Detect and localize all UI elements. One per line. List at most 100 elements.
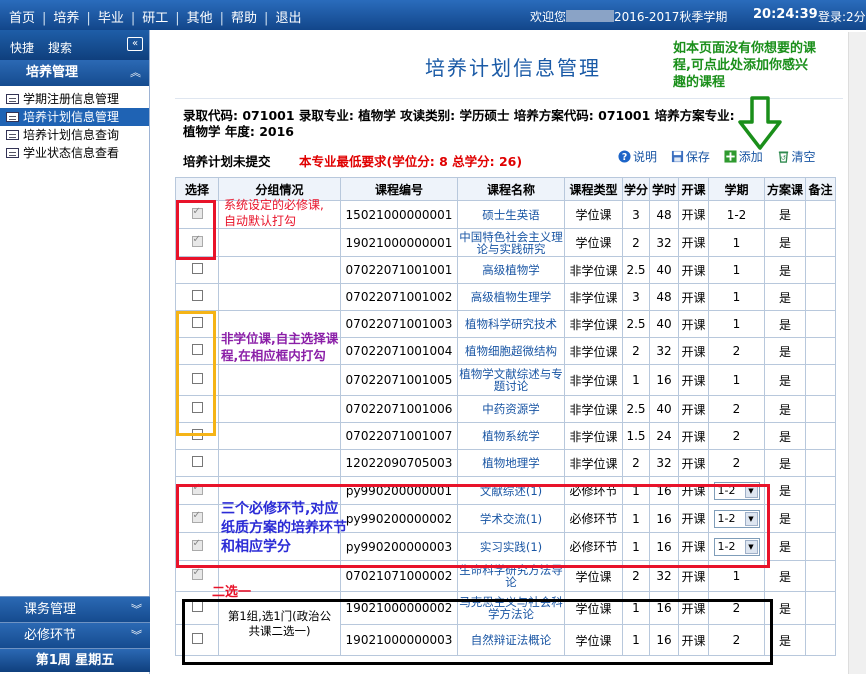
- column-header: 学时: [649, 177, 679, 201]
- course-note: [805, 532, 836, 561]
- plan-course: 是: [764, 283, 806, 311]
- select-cell: [175, 624, 219, 656]
- table-row: py990200000002学术交流(1)必修环节116开课 1-2 ▼ 是: [175, 504, 836, 533]
- course-note: [805, 256, 836, 284]
- course-name-link[interactable]: 植物学文献综述与专题讨论: [457, 364, 565, 396]
- sidebar-item-3[interactable]: 学业状态信息查看: [0, 144, 149, 162]
- sidebar-item-2[interactable]: 培养计划信息查询: [0, 126, 149, 144]
- course-name-link[interactable]: 文献综述(1): [457, 476, 565, 505]
- nav-item-4[interactable]: 其他: [184, 11, 216, 26]
- course-open: 开课: [678, 591, 709, 625]
- course-checkbox[interactable]: [191, 317, 203, 328]
- course-name-link[interactable]: 学术交流(1): [457, 504, 565, 533]
- term-select[interactable]: 1-2 ▼: [713, 537, 760, 556]
- plan-course: 是: [764, 364, 806, 396]
- quick-link[interactable]: 快捷: [10, 39, 34, 56]
- course-name-link[interactable]: 植物细胞超微结构: [457, 337, 565, 365]
- course-checkbox[interactable]: [191, 567, 203, 580]
- table-row: 07022071001001 高级植物学 非学位课 2.5 40 开课 1 是: [175, 256, 836, 284]
- course-open: 开课: [678, 449, 709, 477]
- course-checkbox[interactable]: [191, 601, 203, 612]
- column-header: 方案课: [764, 177, 806, 201]
- course-name-link[interactable]: 实习实践(1): [457, 532, 565, 561]
- nav-item-3[interactable]: 研工: [139, 11, 171, 26]
- term-select[interactable]: 1-2 ▼: [713, 481, 760, 500]
- course-checkbox[interactable]: [191, 402, 203, 413]
- table-row: 15021000000001硕士生英语学位课348开课1-2是: [175, 200, 836, 229]
- course-hours: 16: [649, 504, 679, 533]
- plan-course: 是: [764, 337, 806, 365]
- course-checkbox[interactable]: [191, 290, 203, 301]
- top-nav-menu: 首页 | 培养 | 毕业 | 研工 | 其他 | 帮助 | 退出: [6, 7, 304, 26]
- nav-item-2[interactable]: 毕业: [95, 11, 127, 26]
- sidebar-section-required-links[interactable]: 必修环节 ︾: [0, 622, 150, 648]
- course-name-link[interactable]: 硕士生英语: [457, 200, 565, 229]
- course-checkbox[interactable]: [191, 510, 203, 523]
- group-cell: [218, 532, 341, 561]
- sidebar-item-0[interactable]: 学期注册信息管理: [0, 90, 149, 108]
- course-note: [805, 449, 836, 477]
- course-checkbox[interactable]: [191, 234, 203, 247]
- course-checkbox[interactable]: [191, 633, 203, 644]
- sidebar-item-1[interactable]: 培养计划信息管理: [0, 108, 149, 126]
- group-cell: [218, 449, 341, 477]
- course-checkbox[interactable]: [191, 373, 203, 384]
- course-name-link[interactable]: 植物地理学: [457, 449, 565, 477]
- course-name-link[interactable]: 植物系统学: [457, 422, 565, 450]
- course-term: 1: [708, 256, 765, 284]
- select-cell: [175, 422, 219, 450]
- course-open: 开课: [678, 256, 709, 284]
- plan-course: 是: [764, 504, 806, 533]
- clear-button[interactable]: ↺ 清空: [777, 150, 816, 164]
- course-code: 19021000000002: [340, 591, 458, 625]
- sidebar-item-label: 培养计划信息查询: [23, 128, 120, 142]
- table-row: py990200000003实习实践(1)必修环节116开课 1-2 ▼ 是: [175, 532, 836, 561]
- double-chevron-left-icon[interactable]: «: [127, 37, 143, 51]
- nav-item-0[interactable]: 首页: [6, 11, 38, 26]
- course-type: 学位课: [564, 560, 623, 592]
- course-credit: 1: [622, 624, 650, 656]
- course-checkbox[interactable]: [191, 206, 203, 219]
- table-header-row: 选择 分组情况 课程编号 课程名称 课程类型 学分 学时 开课 学期 方案课 备注: [175, 177, 836, 201]
- course-note: [805, 395, 836, 423]
- vertical-scrollbar[interactable]: [848, 32, 866, 674]
- course-note: [805, 476, 836, 505]
- nav-item-5[interactable]: 帮助: [228, 11, 260, 26]
- term-select[interactable]: 1-2 ▼: [713, 509, 760, 528]
- course-name-link[interactable]: 高级植物生理学: [457, 283, 565, 311]
- clock: 20:24:39: [753, 7, 818, 22]
- course-name-link[interactable]: 自然辩证法概论: [457, 624, 565, 656]
- course-checkbox[interactable]: [191, 538, 203, 551]
- course-checkbox[interactable]: [191, 344, 203, 355]
- nav-item-1[interactable]: 培养: [50, 11, 82, 26]
- course-type: 必修环节: [564, 476, 623, 505]
- course-credit: 1: [622, 364, 650, 396]
- table-row: 07022071001002 高级植物生理学 非学位课 3 48 开课 1 是: [175, 283, 836, 311]
- course-term: 1-2: [708, 200, 765, 229]
- select-cell: [175, 560, 219, 592]
- nav-item-6[interactable]: 退出: [272, 11, 304, 26]
- course-credit: 1: [622, 476, 650, 505]
- course-checkbox[interactable]: [191, 482, 203, 495]
- course-checkbox[interactable]: [191, 456, 203, 467]
- course-code: 07021071000002: [340, 560, 458, 592]
- course-name-link[interactable]: 中国特色社会主义理论与实践研究: [457, 228, 565, 257]
- course-hours: 32: [649, 337, 679, 365]
- course-name-link[interactable]: 中药资源学: [457, 395, 565, 423]
- course-open: 开课: [678, 310, 709, 338]
- save-button[interactable]: 保存: [671, 150, 714, 164]
- sidebar-section-training[interactable]: 培养管理 ︽: [0, 60, 149, 86]
- add-button[interactable]: 添加: [724, 150, 767, 164]
- help-button[interactable]: ? 说明: [618, 150, 661, 164]
- course-code: 07022071001001: [340, 256, 458, 284]
- select-cell: [175, 283, 219, 311]
- course-name-link[interactable]: 生命科学研究方法导论: [457, 560, 565, 592]
- course-checkbox[interactable]: [191, 263, 203, 274]
- course-name-link[interactable]: 植物科学研究技术: [457, 310, 565, 338]
- course-name-link[interactable]: 马克思主义与社会科学方法论: [457, 591, 565, 625]
- sidebar-section-course-affairs[interactable]: 课务管理 ︾: [0, 596, 150, 622]
- course-checkbox[interactable]: [191, 429, 203, 440]
- search-link[interactable]: 搜索: [48, 39, 72, 56]
- course-name-link[interactable]: 高级植物学: [457, 256, 565, 284]
- table-row: 07022071001007 植物系统学 非学位课 1.5 24 开课 2 是: [175, 422, 836, 450]
